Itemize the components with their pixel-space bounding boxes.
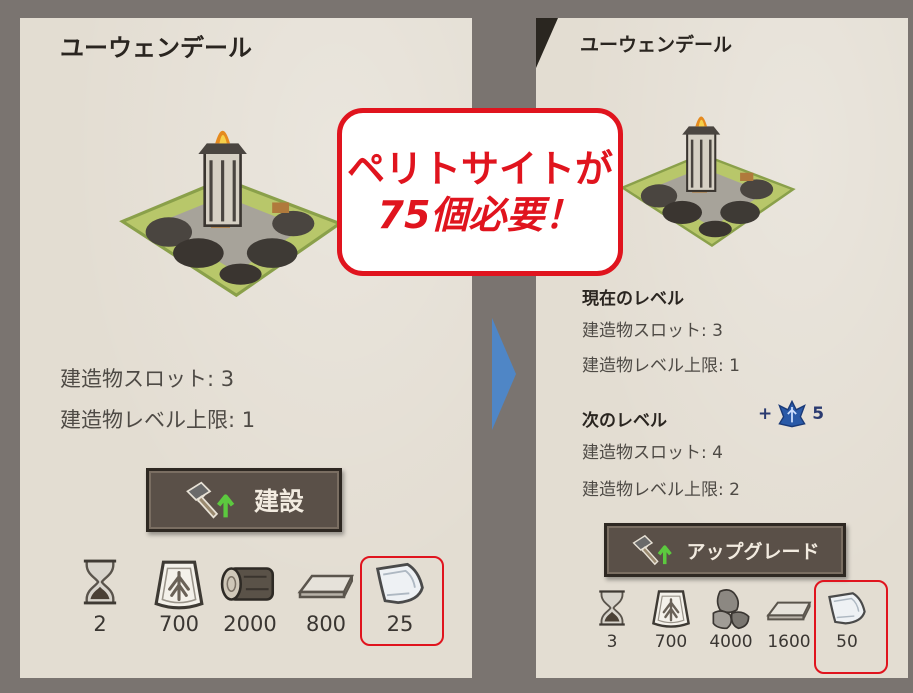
resource-stone: 4000 [704, 588, 758, 652]
resource-emblem-value: 700 [654, 632, 688, 652]
current-level-header: 現在のレベル [582, 289, 684, 309]
hammer-upgrade-icon [184, 479, 236, 521]
tower-building-illustration [616, 106, 798, 256]
upgrade-button-label: アップグレード [686, 540, 820, 563]
resource-emblem: 700 [646, 588, 696, 652]
hourglass-icon [81, 558, 119, 606]
next-building-slot-stat: 建造物スロット: 4 [582, 443, 723, 463]
upgrade-button[interactable]: アップグレード [604, 523, 846, 577]
emblem-badge-icon [153, 558, 205, 612]
hourglass-icon [597, 588, 627, 628]
callout-line1: ペリトサイトが [346, 147, 613, 191]
resource-stone-value: 4000 [709, 632, 753, 652]
peritite-highlight-box [814, 580, 888, 674]
log-icon [219, 558, 281, 610]
resource-time: 2 [76, 558, 124, 636]
peritite-highlight-box [360, 556, 444, 646]
blue-crest-icon [778, 400, 806, 428]
bonus-plus: + [758, 404, 773, 424]
build-button-label: 建設 [253, 487, 304, 516]
resource-wood: 2000 [218, 558, 282, 636]
emblem-badge-icon [651, 588, 691, 630]
hammer-upgrade-icon [630, 533, 674, 567]
resource-ingot-value: 1600 [767, 632, 811, 652]
stone-icon [710, 588, 752, 630]
settlement-title: ユーウェンデール [60, 34, 252, 62]
metal-ingot-icon [765, 588, 813, 630]
resource-ingot-value: 800 [305, 612, 347, 636]
resource-ingot: 800 [296, 558, 356, 636]
next-level-header: 次のレベル [582, 411, 667, 431]
settlement-title: ユーウェンデール [580, 34, 733, 56]
resource-time-value: 2 [93, 612, 107, 636]
bonus-value: 5 [812, 404, 825, 424]
requirement-callout: ペリトサイトが 75個必要！ [337, 108, 623, 276]
current-level-cap-stat: 建造物レベル上限: 1 [582, 356, 740, 376]
next-level-bonus: + 5 [758, 400, 824, 428]
resource-emblem-value: 700 [158, 612, 200, 636]
callout-line2: 75個必要！ [377, 193, 583, 237]
metal-ingot-icon [296, 558, 356, 610]
resource-wood-value: 2000 [223, 612, 277, 636]
tower-building-illustration [114, 118, 346, 308]
resource-time-value: 3 [606, 632, 618, 652]
panel-corner-ornament [536, 18, 558, 68]
resource-ingot: 1600 [762, 588, 816, 652]
build-button[interactable]: 建設 [146, 468, 342, 532]
building-level-cap-stat: 建造物レベル上限: 1 [60, 408, 256, 432]
resource-emblem: 700 [146, 558, 212, 636]
current-building-slot-stat: 建造物スロット: 3 [582, 321, 723, 341]
next-level-cap-stat: 建造物レベル上限: 2 [582, 480, 740, 500]
resource-time: 3 [592, 588, 632, 652]
comparison-arrow-icon [492, 318, 516, 430]
building-slot-stat: 建造物スロット: 3 [60, 367, 235, 391]
